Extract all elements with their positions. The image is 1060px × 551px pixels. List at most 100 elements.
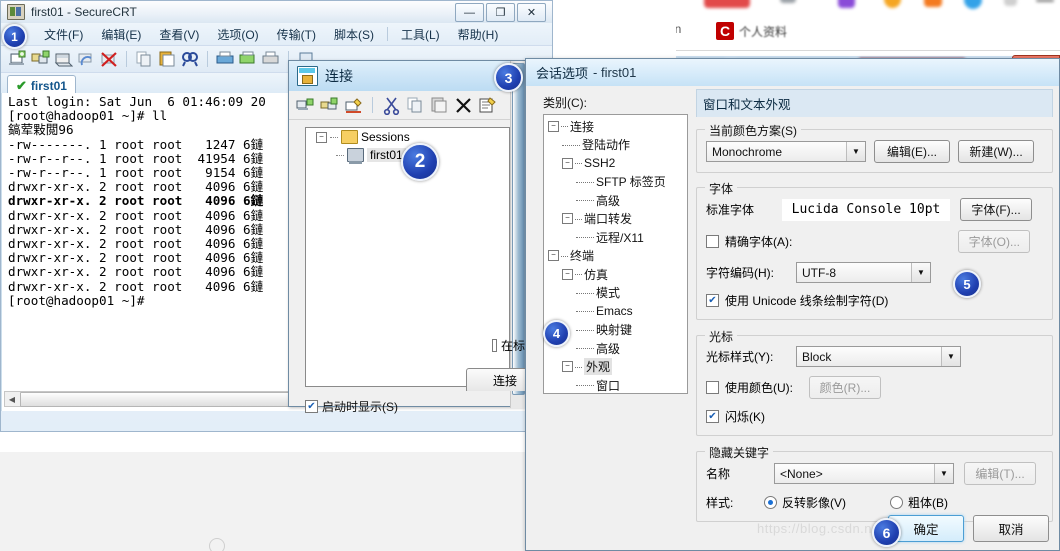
radio-bold[interactable]: 粗体(B) <box>890 494 948 511</box>
category-tree-item[interactable]: − 连接 <box>544 117 687 136</box>
category-tree-item[interactable]: Emacs <box>544 302 687 321</box>
exact-font-checkbox[interactable] <box>706 235 719 248</box>
category-tree-label: 模式 <box>596 286 621 301</box>
chevron-down-icon[interactable]: ▼ <box>846 142 865 161</box>
show-on-startup-checkbox[interactable]: ✔ <box>305 400 318 413</box>
connect-dialog-titlebar[interactable]: 连接 <box>289 61 524 91</box>
cursor-style-value: Block <box>802 349 832 364</box>
category-tree-label: SFTP 标签页 <box>596 175 666 190</box>
properties-icon[interactable] <box>478 96 497 115</box>
tree-connector <box>576 236 594 239</box>
print-icon[interactable] <box>215 49 235 69</box>
menu-view[interactable]: 查看(V) <box>150 26 208 43</box>
charset-select[interactable]: UTF-8 ▼ <box>796 262 931 283</box>
menu-file[interactable]: 文件(F) <box>35 26 92 43</box>
collapse-icon[interactable]: − <box>562 157 573 169</box>
tree-connector <box>576 384 594 387</box>
category-tree-item[interactable]: − 外观 <box>544 358 687 377</box>
color-scheme-new-label: 新建(W)... <box>969 145 1023 159</box>
use-color-checkbox[interactable] <box>706 381 719 394</box>
close-button[interactable]: ✕ <box>517 3 546 22</box>
cancel-button[interactable]: 取消 <box>973 515 1049 542</box>
log-session-icon[interactable] <box>238 49 258 69</box>
collapse-icon[interactable]: − <box>548 120 559 132</box>
menu-tools[interactable]: 工具(L) <box>392 26 449 43</box>
connect-icon[interactable] <box>296 96 315 115</box>
category-tree-item[interactable]: 窗口 <box>544 376 687 393</box>
radio-reverse-video[interactable]: 反转影像(V) <box>764 494 846 511</box>
connect-dialog-scrollbar[interactable] <box>510 61 525 408</box>
collapse-icon[interactable]: − <box>562 361 573 373</box>
category-tree-item[interactable]: 登陆动作 <box>544 136 687 155</box>
connect-button-clip[interactable]: 连接 <box>466 368 525 391</box>
connect-sftp-icon[interactable] <box>320 96 339 115</box>
collapse-icon[interactable]: − <box>562 268 573 280</box>
category-tree-item[interactable]: − 仿真 <box>544 265 687 284</box>
blink-checkbox[interactable]: ✔ <box>706 410 719 423</box>
tree-connector <box>575 273 582 276</box>
new-session-icon[interactable] <box>7 49 27 69</box>
category-tree-item[interactable]: SFTP 标签页 <box>544 173 687 192</box>
find-icon[interactable] <box>180 49 200 69</box>
reconnect-icon[interactable] <box>76 49 96 69</box>
browser-blob-icon <box>884 0 901 8</box>
connect-local-shell-icon[interactable] <box>53 49 74 69</box>
new-session-icon[interactable] <box>344 96 363 115</box>
color-scheme-group: 当前颜色方案(S) Monochrome ▼ 编辑(E)... 新建(W)... <box>696 122 1053 173</box>
open-in-tab-checkbox[interactable] <box>492 339 497 352</box>
tree-connector <box>561 125 568 128</box>
open-in-tab-row[interactable]: 在标 <box>492 337 525 355</box>
color-scheme-new-button[interactable]: 新建(W)... <box>958 140 1034 163</box>
securecrt-titlebar[interactable]: first01 - SecureCRT — ❐ ✕ <box>1 1 552 23</box>
keyword-name-select[interactable]: <None> ▼ <box>774 463 954 484</box>
category-tree-item[interactable]: − SSH2 <box>544 154 687 173</box>
menu-options[interactable]: 选项(O) <box>208 26 267 43</box>
collapse-icon[interactable]: − <box>316 131 327 143</box>
menu-script[interactable]: 脚本(S) <box>325 26 383 43</box>
collapse-icon[interactable]: − <box>548 250 559 262</box>
session-tab-first01[interactable]: ✔ first01 <box>7 75 76 95</box>
category-tree-item[interactable]: 远程/X11 <box>544 228 687 247</box>
callout-badge-3: 3 <box>494 63 523 92</box>
menu-separator <box>386 27 388 41</box>
delete-icon[interactable] <box>454 96 473 115</box>
scroll-left-arrow-icon[interactable]: ◀ <box>5 395 19 404</box>
paste-icon[interactable] <box>157 49 177 69</box>
callout-badge-4: 4 <box>543 320 570 347</box>
category-tree-item[interactable]: 模式 <box>544 284 687 303</box>
color-scheme-select[interactable]: Monochrome ▼ <box>706 141 866 162</box>
appearance-panel: 窗口和文本外观 当前颜色方案(S) Monochrome ▼ 编辑(E)... <box>696 89 1053 544</box>
radio-bold-input[interactable] <box>890 496 903 509</box>
callout-badge-1: 1 <box>2 24 27 49</box>
tree-node-sessions[interactable]: − Sessions <box>306 128 509 146</box>
category-tree-item[interactable]: 高级 <box>544 191 687 210</box>
category-tree[interactable]: − 连接 登陆动作 − SSH2 SFTP 标签页 高级 − 端口转发 远程/X11− 终端 − 仿真模… <box>543 114 688 394</box>
unicode-line-draw-checkbox[interactable]: ✔ <box>706 294 719 307</box>
chevron-down-icon[interactable]: ▼ <box>911 263 930 282</box>
category-tree-item[interactable]: − 终端 <box>544 247 687 266</box>
category-tree-item[interactable]: − 端口转发 <box>544 210 687 229</box>
chevron-down-icon[interactable]: ▼ <box>934 464 953 483</box>
connect-icon[interactable] <box>30 49 50 69</box>
copy-icon[interactable] <box>406 96 425 115</box>
font-button[interactable]: 字体(F)... <box>960 198 1032 221</box>
radio-reverse-video-input[interactable] <box>764 496 777 509</box>
cursor-style-select[interactable]: Block ▼ <box>796 346 961 367</box>
color-scheme-edit-button[interactable]: 编辑(E)... <box>874 140 950 163</box>
show-on-startup-label: 启动时显示(S) <box>322 400 398 414</box>
cut-icon[interactable] <box>382 96 401 115</box>
browser-blob-icon <box>704 0 750 8</box>
chevron-down-icon[interactable]: ▼ <box>941 347 960 366</box>
minimize-button[interactable]: — <box>455 3 484 22</box>
background-bookmark-link[interactable]: C 个人资料 <box>716 18 787 44</box>
collapse-icon[interactable]: − <box>562 213 573 225</box>
menu-transfer[interactable]: 传输(T) <box>268 26 325 43</box>
session-options-titlebar[interactable]: 会话选项 - first01 <box>526 59 1059 86</box>
maximize-button[interactable]: ❐ <box>486 3 515 22</box>
disconnect-icon[interactable] <box>99 49 119 69</box>
copy-icon[interactable] <box>134 49 154 69</box>
paste-icon[interactable] <box>430 96 449 115</box>
menu-edit[interactable]: 编辑(E) <box>92 26 150 43</box>
menu-help[interactable]: 帮助(H) <box>449 26 508 43</box>
print-screen-icon[interactable] <box>261 49 281 69</box>
